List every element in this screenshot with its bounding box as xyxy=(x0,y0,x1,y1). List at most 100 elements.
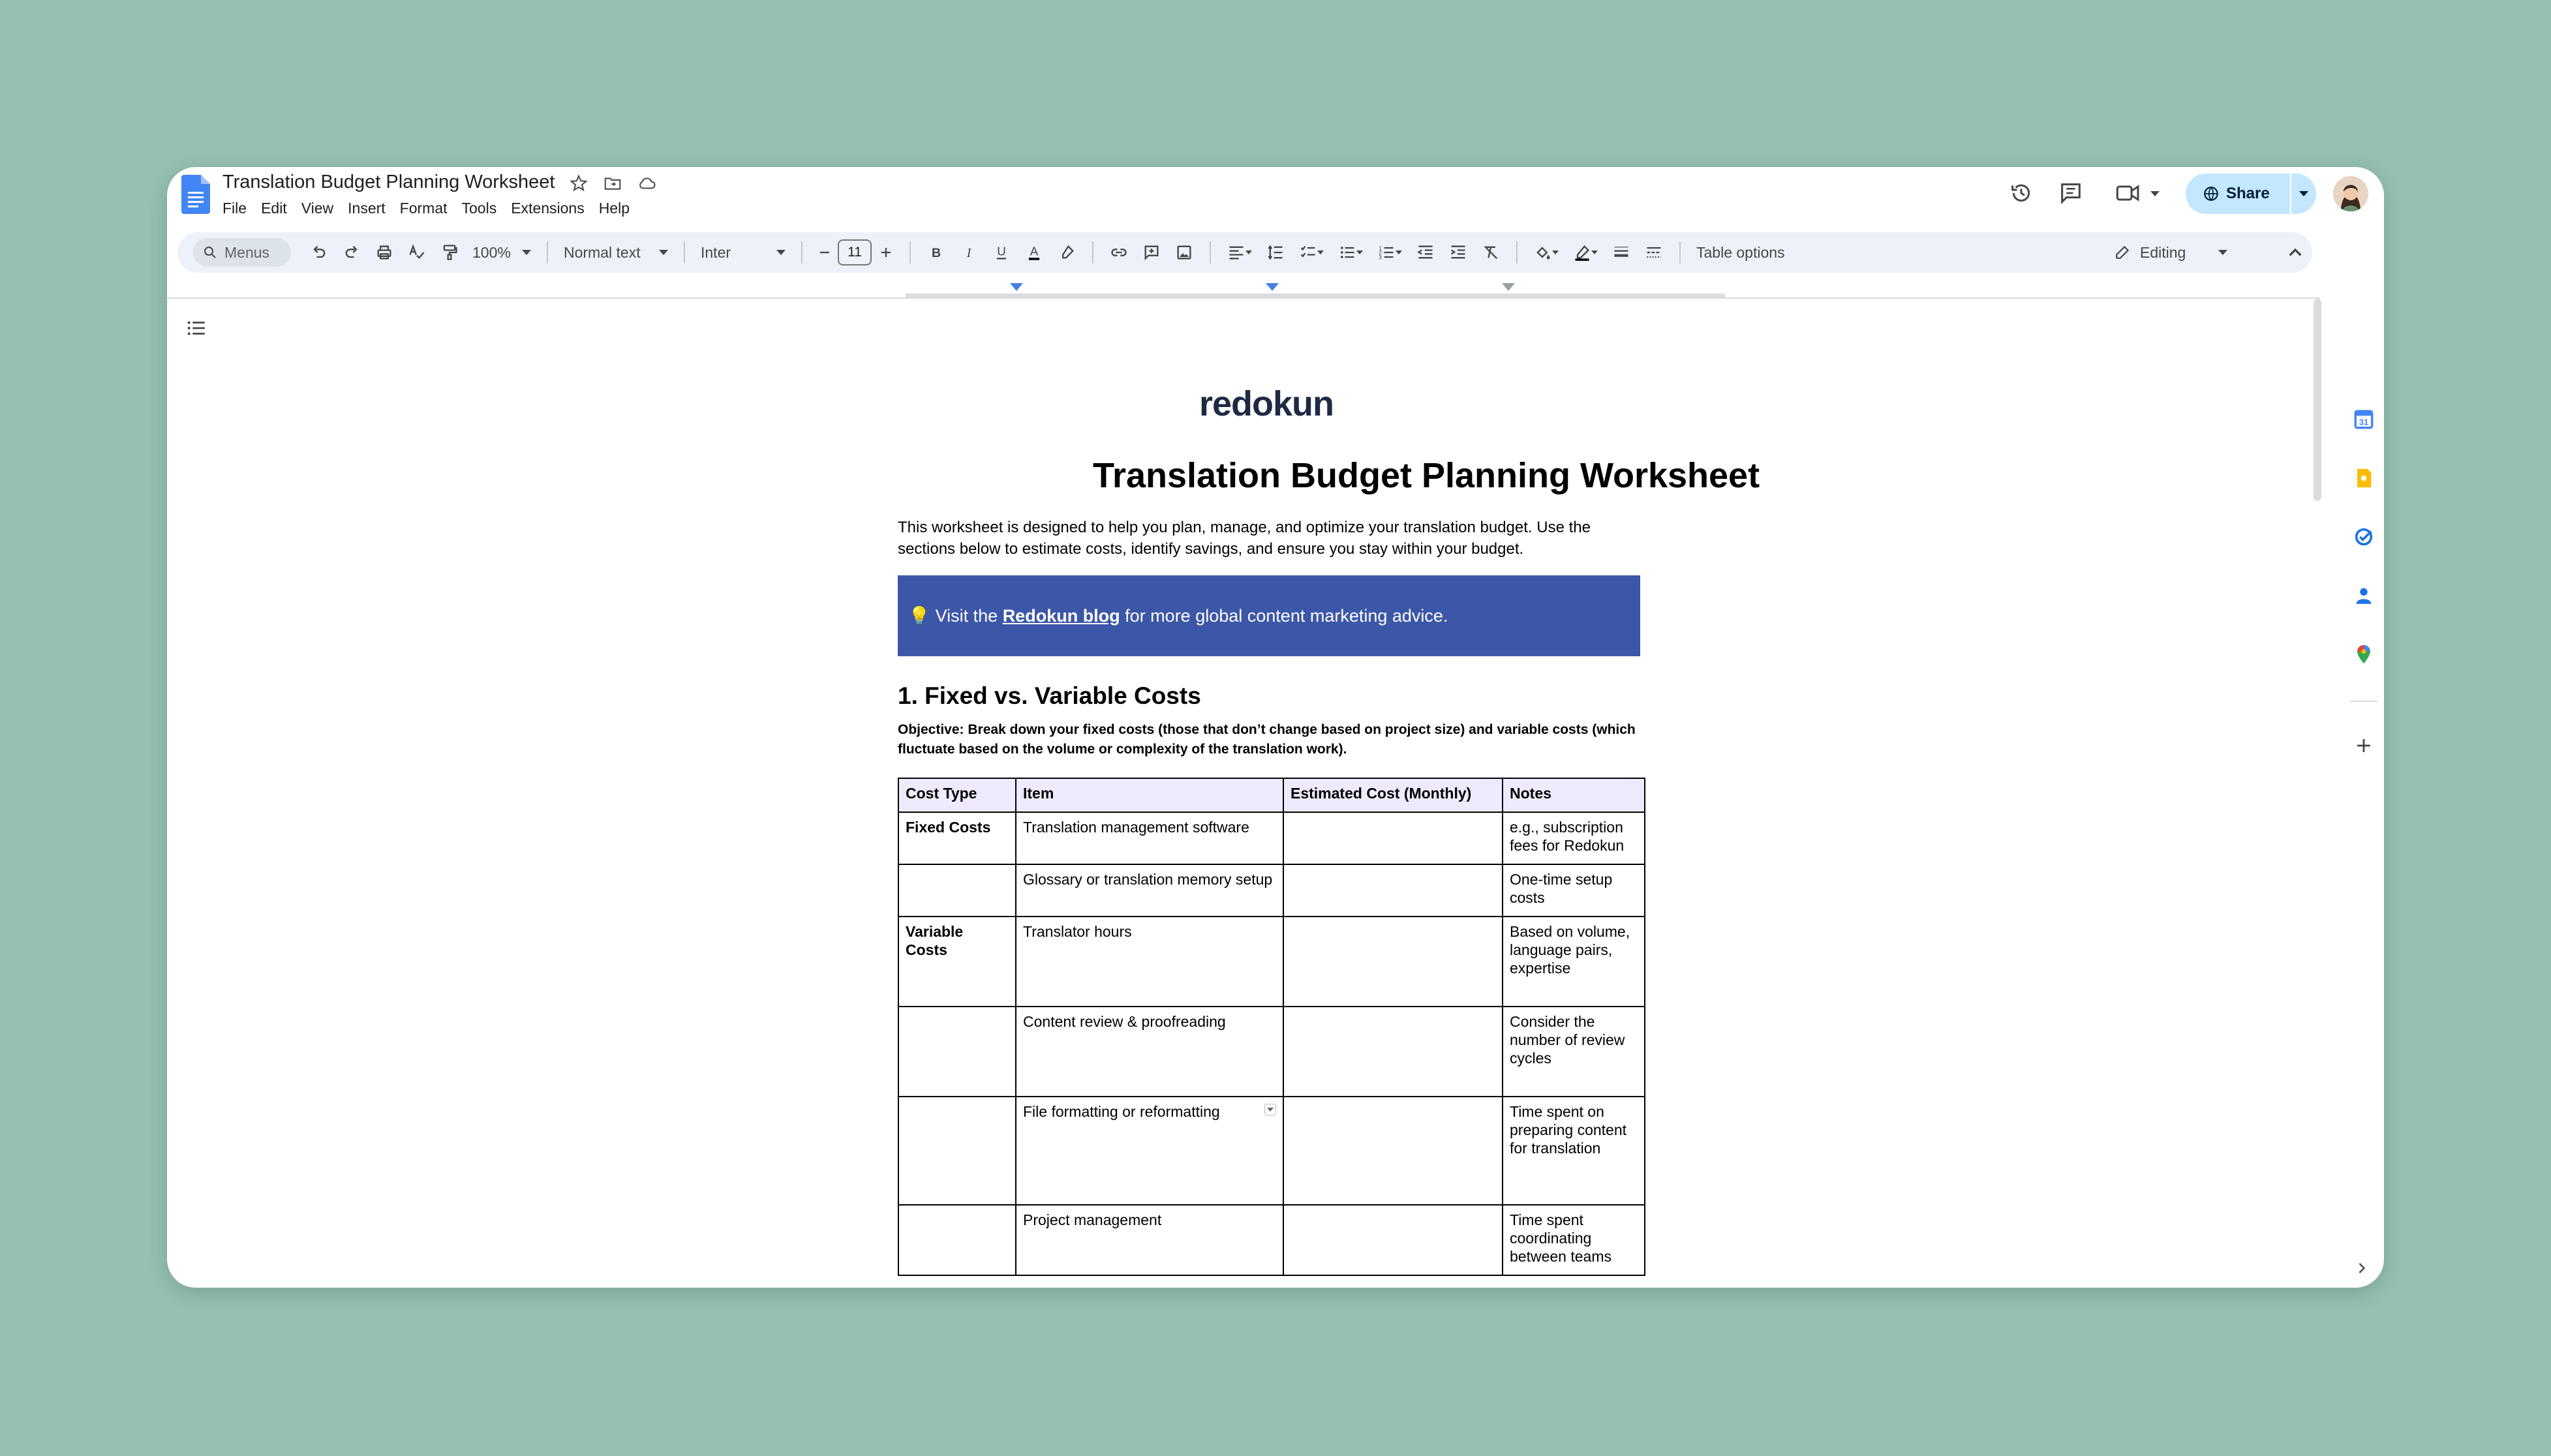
horizontal-ruler[interactable] xyxy=(167,277,2320,299)
version-history-icon[interactable] xyxy=(2008,180,2034,206)
border-color-button[interactable] xyxy=(1566,236,1605,269)
cost-type-cell[interactable]: Variable Costs xyxy=(898,916,1016,1007)
menu-file[interactable]: File xyxy=(222,200,247,217)
redokun-blog-link[interactable]: Redokun blog xyxy=(1003,606,1120,626)
font-select[interactable]: Inter xyxy=(694,236,792,269)
keep-icon[interactable] xyxy=(2353,467,2375,489)
item-cell[interactable]: File formatting or reformatting xyxy=(1015,1096,1284,1206)
bold-button[interactable]: B xyxy=(920,236,953,269)
align-button[interactable] xyxy=(1220,236,1259,269)
cost-type-cell[interactable] xyxy=(898,864,1016,917)
estimated-cost-cell[interactable] xyxy=(1283,811,1503,865)
font-size-input[interactable]: 11 xyxy=(838,239,872,265)
menu-insert[interactable]: Insert xyxy=(348,200,386,217)
insert-comment-button[interactable] xyxy=(1135,236,1168,269)
contacts-icon[interactable] xyxy=(2353,584,2375,607)
maps-icon[interactable] xyxy=(2353,643,2375,665)
comments-icon[interactable] xyxy=(2058,180,2084,206)
meet-dropdown-icon[interactable] xyxy=(2150,191,2160,196)
menu-tools[interactable]: Tools xyxy=(462,200,497,217)
meet-video-icon[interactable] xyxy=(2114,180,2143,206)
spellcheck-button[interactable] xyxy=(401,236,433,269)
undo-button[interactable] xyxy=(303,236,335,269)
notes-cell[interactable]: One-time setup costs xyxy=(1502,864,1645,917)
notes-cell[interactable]: Based on volume, language pairs, experti… xyxy=(1502,916,1645,1007)
numbered-list-button[interactable]: 123 xyxy=(1370,236,1409,269)
insert-link-button[interactable] xyxy=(1103,236,1135,269)
menu-format[interactable]: Format xyxy=(400,200,448,217)
menus-search[interactable]: Menus xyxy=(193,238,291,267)
notes-cell[interactable]: Consider the number of review cycles xyxy=(1502,1006,1645,1097)
clear-formatting-button[interactable] xyxy=(1474,236,1507,269)
item-cell[interactable]: Translation management software xyxy=(1015,811,1284,865)
collapse-toolbar-icon[interactable] xyxy=(2282,240,2308,266)
move-folder-icon[interactable] xyxy=(603,174,622,193)
header-cost-type[interactable]: Cost Type xyxy=(898,778,1016,813)
document-title[interactable]: Translation Budget Planning Worksheet xyxy=(222,172,555,193)
cost-type-cell[interactable]: Fixed Costs xyxy=(898,811,1016,865)
header-estimated-cost[interactable]: Estimated Cost (Monthly) xyxy=(1283,778,1503,813)
cost-table[interactable]: Cost Type Item Estimated Cost (Monthly) … xyxy=(898,778,1645,1276)
increase-font-size-button[interactable] xyxy=(872,236,900,269)
menu-edit[interactable]: Edit xyxy=(261,200,287,217)
paragraph-style-select[interactable]: Normal text xyxy=(557,236,675,269)
insert-image-button[interactable] xyxy=(1168,236,1200,269)
checklist-button[interactable] xyxy=(1292,236,1331,269)
menu-help[interactable]: Help xyxy=(599,200,630,217)
cost-type-cell[interactable] xyxy=(898,1204,1016,1276)
table-options-button[interactable]: Table options xyxy=(1690,236,1792,269)
document-page[interactable]: redokun Translation Budget Planning Work… xyxy=(167,299,2314,1288)
share-dropdown[interactable] xyxy=(2290,174,2316,214)
increase-indent-button[interactable] xyxy=(1442,236,1474,269)
border-dash-button[interactable] xyxy=(1638,236,1670,269)
estimated-cost-cell[interactable] xyxy=(1283,864,1503,917)
item-cell[interactable]: Translator hours xyxy=(1015,916,1284,1007)
estimated-cost-cell[interactable] xyxy=(1283,1006,1503,1097)
get-addons-plus-icon[interactable] xyxy=(2353,735,2375,757)
item-cell[interactable]: Project management xyxy=(1015,1204,1284,1276)
cell-background-button[interactable] xyxy=(1527,236,1566,269)
estimated-cost-cell[interactable] xyxy=(1283,1204,1503,1276)
cell-dropdown-icon[interactable] xyxy=(1264,1104,1276,1115)
underline-button[interactable]: U xyxy=(985,236,1018,269)
user-avatar[interactable] xyxy=(2333,176,2368,211)
column-marker[interactable] xyxy=(1266,283,1279,291)
menu-extensions[interactable]: Extensions xyxy=(511,200,585,217)
estimated-cost-cell[interactable] xyxy=(1283,916,1503,1007)
notes-cell[interactable]: Time spent coordinating between teams xyxy=(1502,1204,1645,1276)
item-cell[interactable]: Glossary or translation memory setup xyxy=(1015,864,1284,917)
item-cell[interactable]: Content review & proofreading xyxy=(1015,1006,1284,1097)
italic-button[interactable]: I xyxy=(953,236,985,269)
share-button[interactable]: Share xyxy=(2186,174,2316,214)
cost-type-cell[interactable] xyxy=(898,1006,1016,1097)
star-icon[interactable] xyxy=(569,174,588,193)
cost-type-cell[interactable] xyxy=(898,1096,1016,1206)
paint-format-button[interactable] xyxy=(433,236,466,269)
print-button[interactable] xyxy=(368,236,401,269)
docs-logo-icon[interactable] xyxy=(181,175,210,214)
decrease-indent-button[interactable] xyxy=(1409,236,1442,269)
show-side-panel-icon[interactable] xyxy=(2353,1259,2371,1277)
text-color-button[interactable]: A xyxy=(1018,236,1050,269)
menu-view[interactable]: View xyxy=(301,200,333,217)
column-marker[interactable] xyxy=(1502,283,1515,291)
border-width-button[interactable] xyxy=(1605,236,1638,269)
notes-cell[interactable]: Time spent on preparing content for tran… xyxy=(1502,1096,1645,1206)
redo-button[interactable] xyxy=(335,236,368,269)
notes-cell[interactable]: e.g., subscription fees for Redokun xyxy=(1502,811,1645,865)
vertical-scrollbar[interactable] xyxy=(2314,299,2321,501)
estimated-cost-cell[interactable] xyxy=(1283,1096,1503,1206)
decrease-font-size-button[interactable] xyxy=(812,236,838,269)
highlight-button[interactable] xyxy=(1050,236,1083,269)
editing-mode-select[interactable]: Editing xyxy=(2114,232,2251,273)
editing-mode-label: Editing xyxy=(2140,243,2186,261)
header-notes[interactable]: Notes xyxy=(1502,778,1645,813)
line-spacing-button[interactable] xyxy=(1259,236,1292,269)
header-item[interactable]: Item xyxy=(1015,778,1284,813)
zoom-select[interactable]: 100% xyxy=(466,236,538,269)
bulleted-list-button[interactable] xyxy=(1331,236,1370,269)
tasks-icon[interactable] xyxy=(2353,526,2375,548)
left-indent-marker[interactable] xyxy=(1010,283,1023,291)
calendar-icon[interactable]: 31 xyxy=(2353,408,2375,431)
cloud-saved-icon[interactable] xyxy=(637,174,656,193)
